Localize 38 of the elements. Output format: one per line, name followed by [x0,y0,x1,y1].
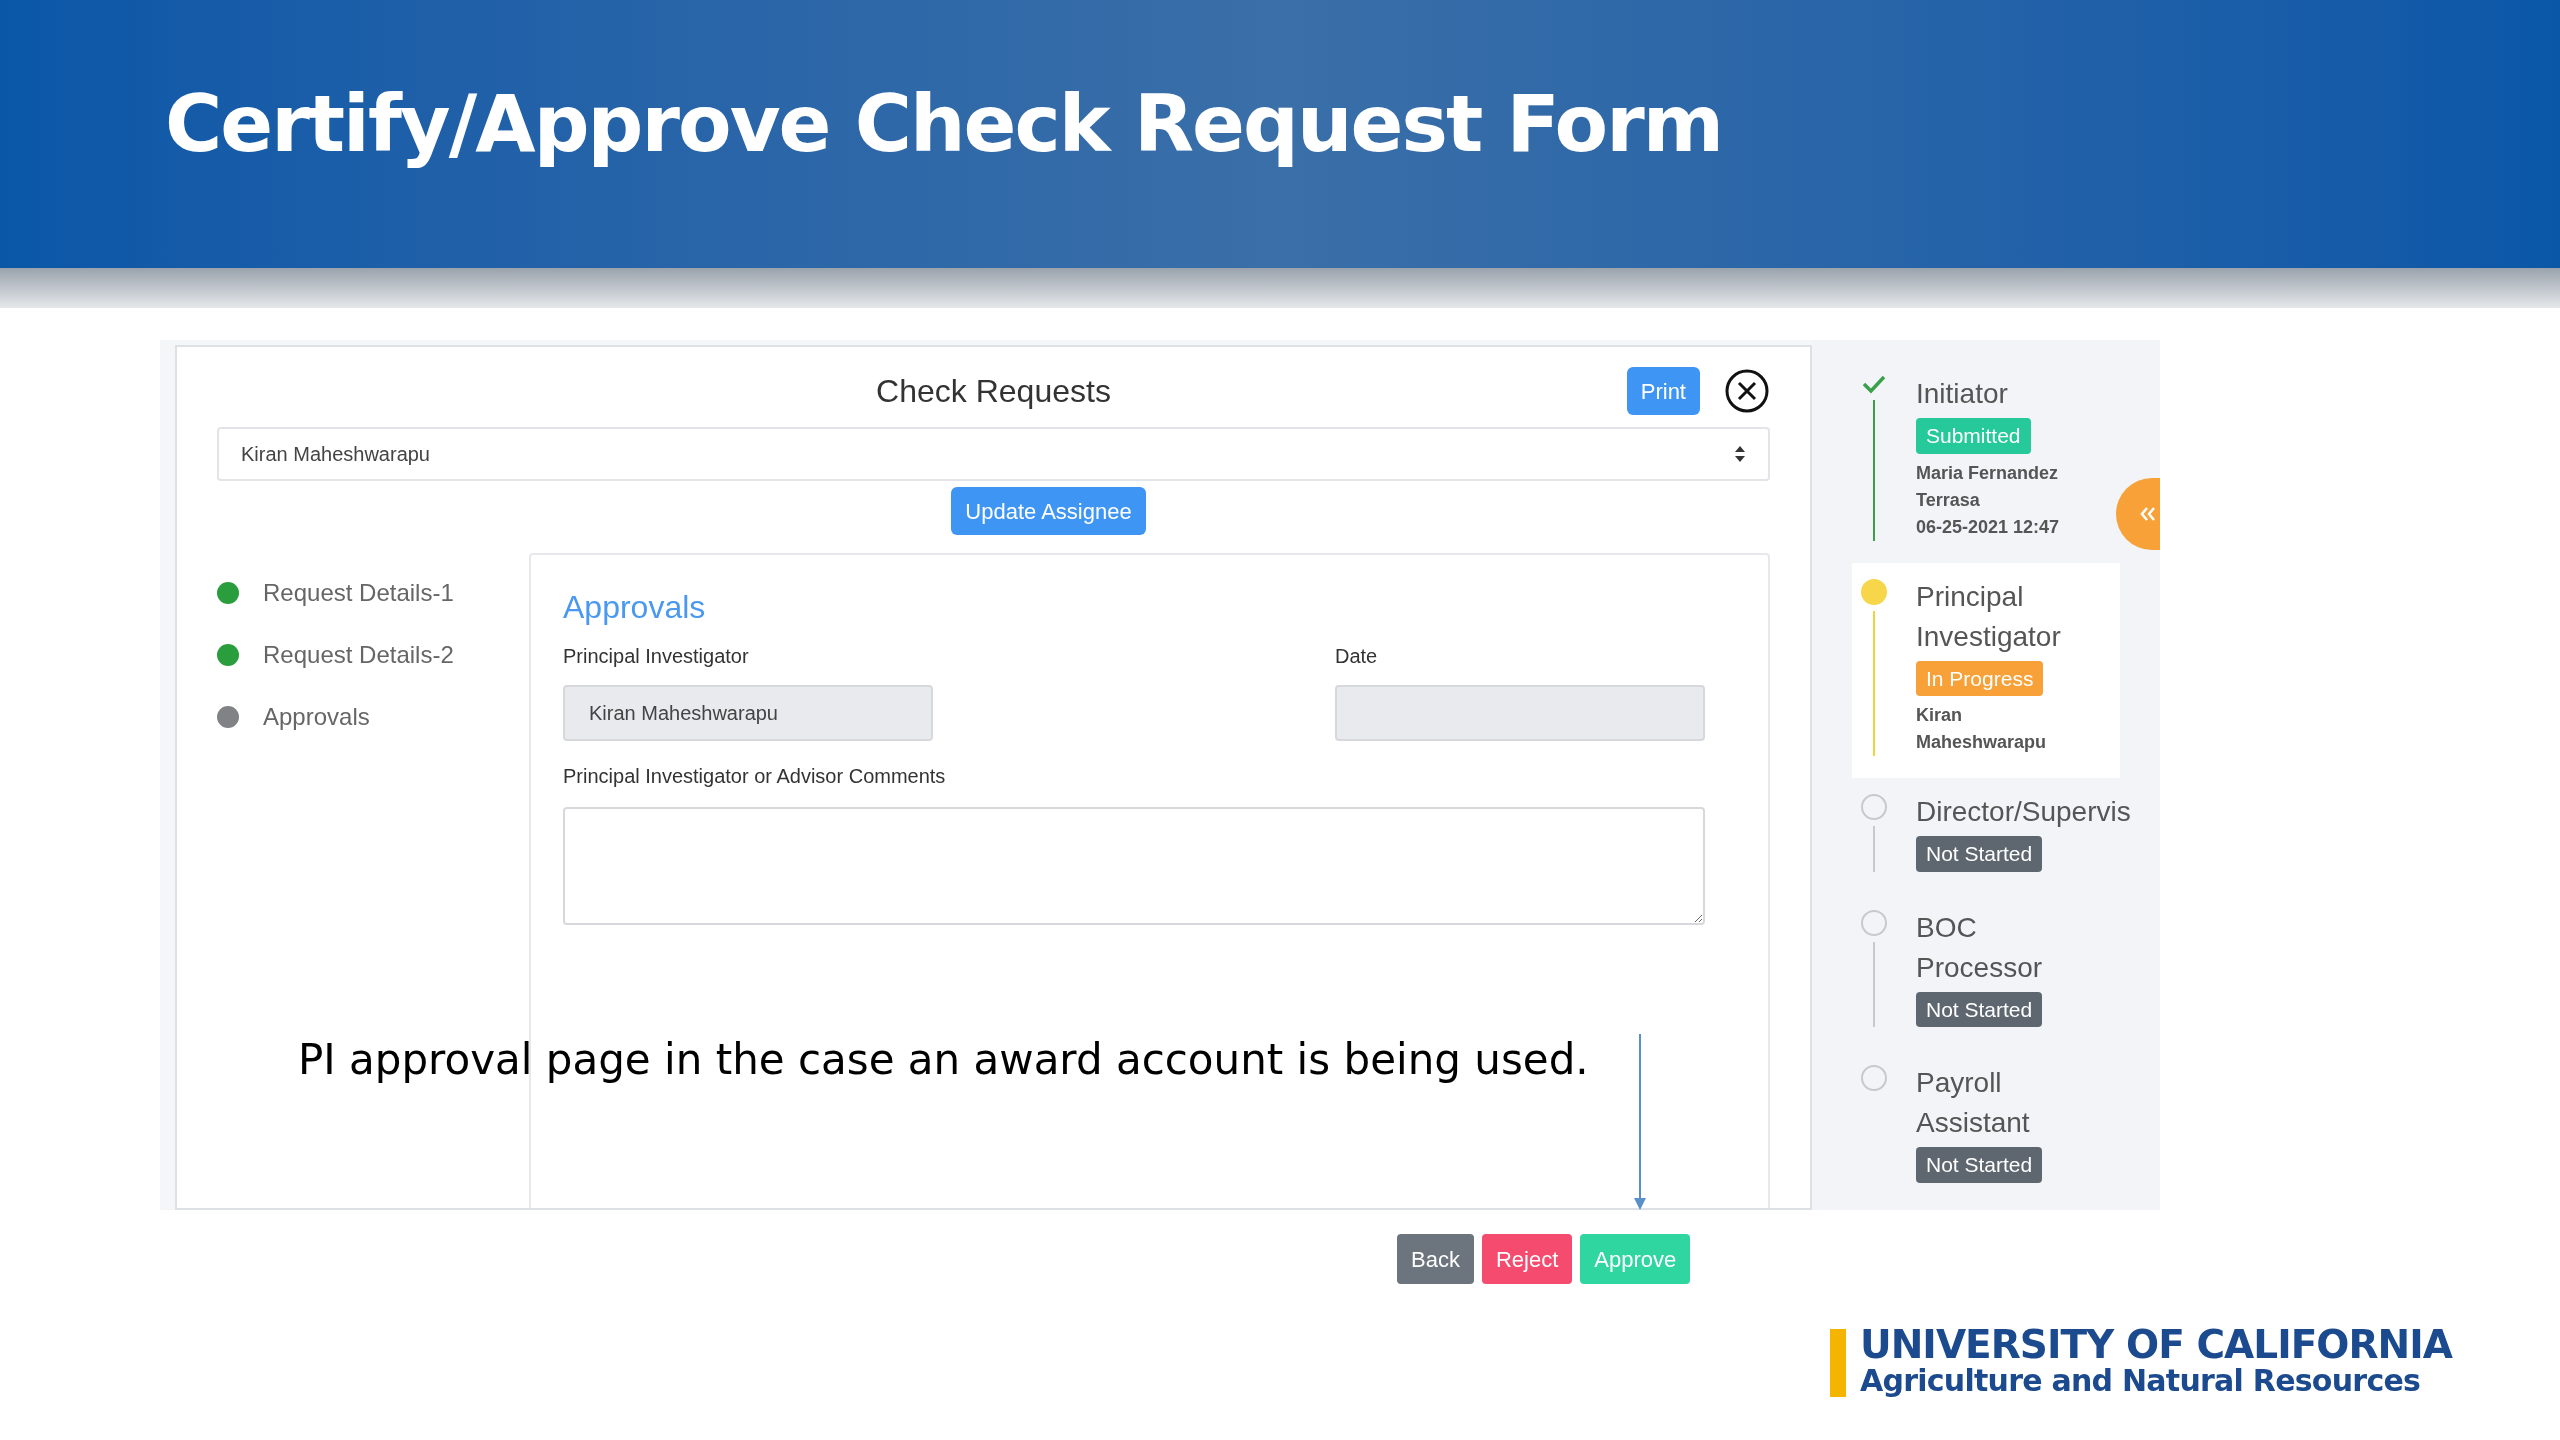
section-heading: Approvals [563,588,707,627]
sort-caret-icon [1734,445,1746,463]
collapse-tab[interactable] [2116,478,2160,550]
close-icon[interactable] [1724,368,1770,414]
status-badge: Not Started [1916,836,2043,872]
back-button[interactable]: Back [1397,1234,1474,1284]
reject-button[interactable]: Reject [1481,1234,1573,1284]
field-label: Principal Investigator or Advisor Comments [563,764,947,789]
logo-title: UNIVERSITY OF CALIFORNIA [1860,1325,2452,1364]
date-field[interactable] [1335,685,1705,741]
step-title: Payroll Assistant [1916,1066,2031,1140]
status-badge: Not Started [1916,1147,2043,1183]
step-link[interactable]: Request Details-1 [263,575,454,611]
step-link[interactable]: Approvals [263,699,370,735]
status-badge: In Progress [1916,660,2044,696]
dialog-title: Check Requests [876,372,1111,411]
step-title: BOC Processor [1916,910,2044,985]
logo-subtitle: Agriculture and Natural Resources [1860,1366,2422,1396]
step-title: Director/Supervis [1916,795,2131,829]
assignee-name: Maria Fernandez Terrasa [1916,461,2060,512]
update-assignee-button[interactable]: Update Assignee [951,487,1146,535]
field-label: Date [1335,644,1379,669]
step-link[interactable]: Request Details-2 [263,637,454,673]
field-label: Principal Investigator [563,644,750,669]
status-badge: Not Started [1916,991,2043,1027]
step-title: Principal Investigator [1916,579,2062,654]
step-title: Initiator [1916,377,2008,411]
double-chevron-icon [2140,507,2156,521]
comments-field[interactable] [563,807,1705,925]
timestamp: 06-25-2021 12:47 [1916,515,2060,539]
status-badge: Submitted [1916,418,2031,454]
assignee-name: Kiran Maheshwarapu [1916,704,2048,754]
caption-text: PI approval page in the case an award account is being used. [298,1034,1589,1086]
slide-title: Certify/Approve Check Request Form [165,77,1723,171]
print-button[interactable]: Print [1626,367,1700,415]
logo-bar [1830,1329,1846,1397]
pi-field[interactable]: Kiran Maheshwarapu [563,685,933,741]
assignee-select[interactable]: Kiran Maheshwarapu [217,427,1770,481]
